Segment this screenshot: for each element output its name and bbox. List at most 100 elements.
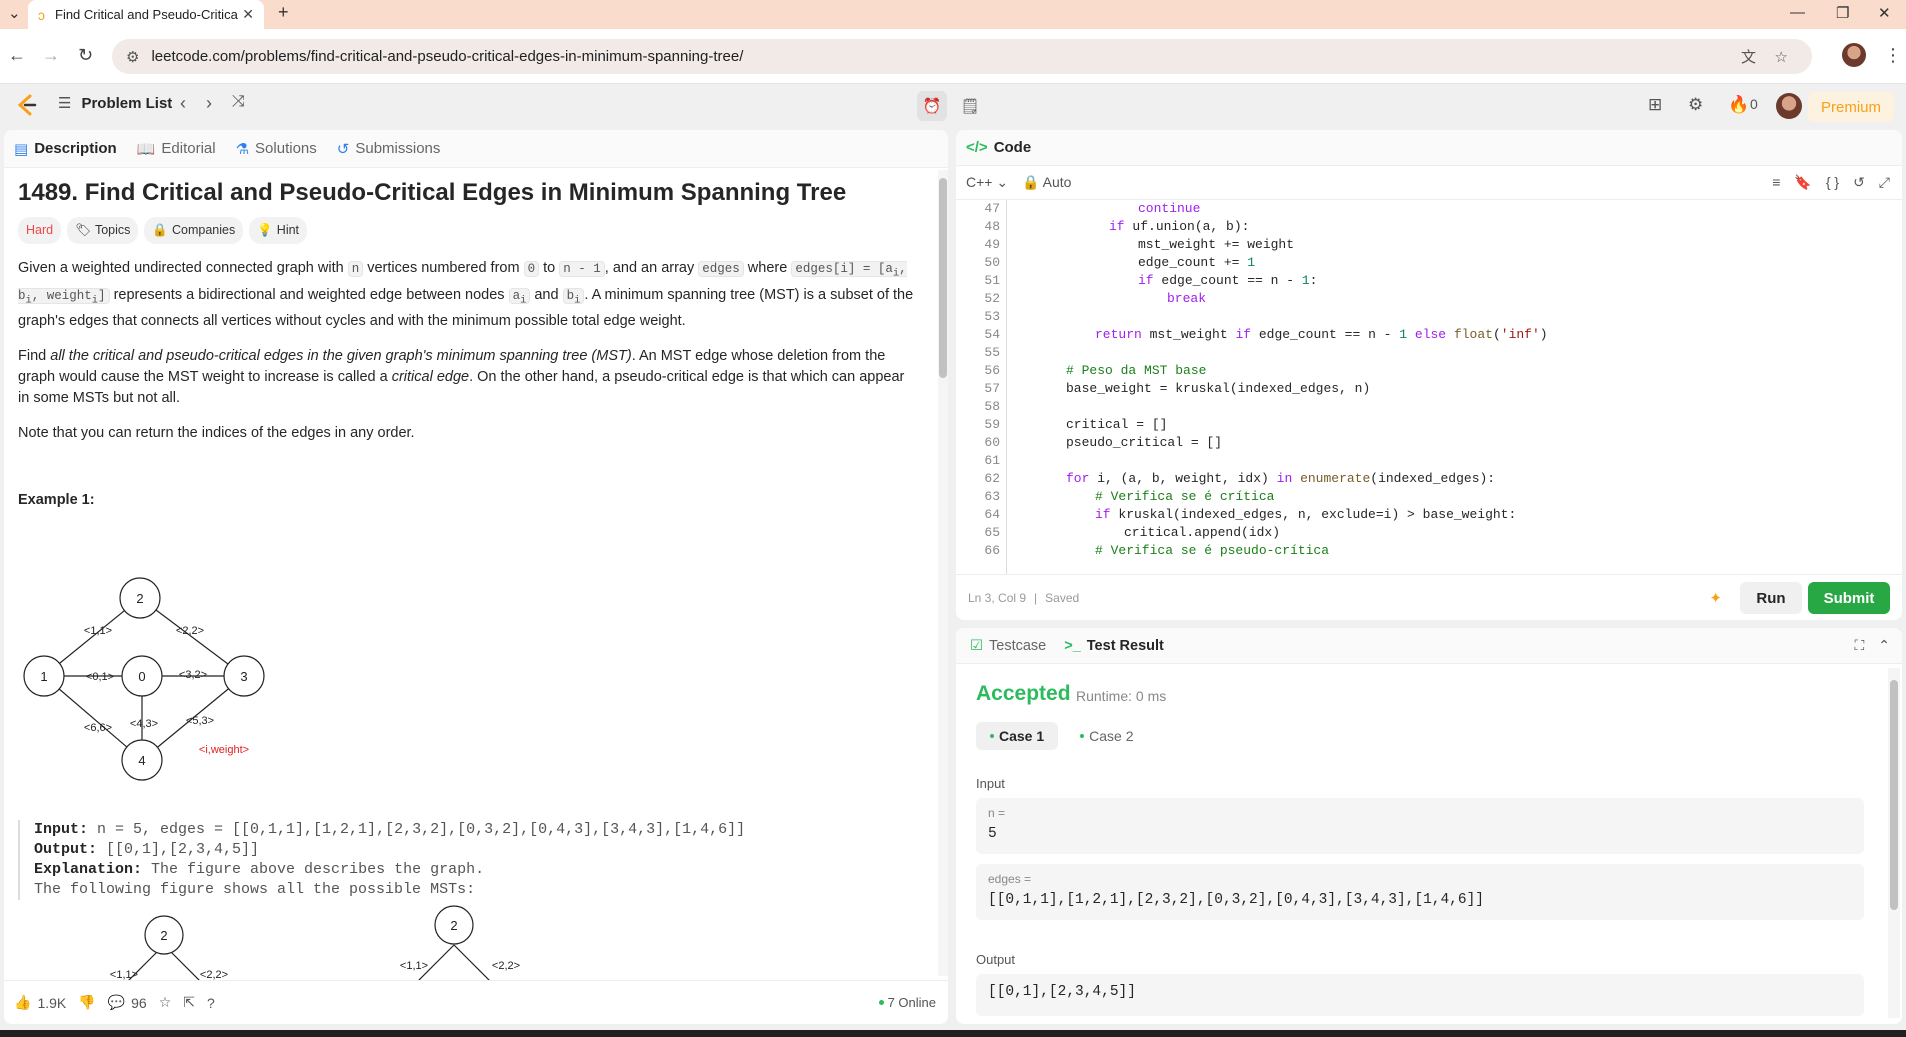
code-editor[interactable]: 47 continue 48 if uf.union(a, b): 49 mst_we… <box>956 200 1902 574</box>
expand-icon[interactable]: ⛶ <box>1854 637 1864 654</box>
list-icon: ☰ <box>58 95 72 112</box>
braces-icon[interactable]: { } <box>1826 174 1839 191</box>
companies-tag[interactable]: 🔒 Companies <box>144 217 244 244</box>
bookmark-icon[interactable]: 🔖 <box>1794 174 1811 191</box>
shuffle-icon[interactable]: ⤨ <box>232 93 245 114</box>
topics-tag[interactable]: 🏷 Topics <box>67 217 139 244</box>
graph-legend-label: <i,weight> <box>199 744 249 756</box>
autocomplete-mode[interactable]: 🔒 Auto <box>1022 174 1071 191</box>
code-status-bar: Ln 3, Col 9 | Saved ✦ Run Submit <box>956 574 1902 620</box>
timer-button[interactable]: ⏰ <box>917 91 947 121</box>
online-indicator: 7 Online <box>878 995 936 1010</box>
example-graph-figure: 2 1 0 3 4 <1,1> <2,2> <0,1> <3,2> <6,6> … <box>23 577 265 781</box>
settings-gear-icon[interactable]: ⚙ <box>1688 95 1703 115</box>
graph-edge-label: <2,2> <box>176 625 204 637</box>
favorite-button[interactable]: ☆ <box>159 994 172 1011</box>
translate-icon[interactable]: 文 <box>1741 46 1756 67</box>
dislike-button[interactable]: 👎 <box>78 994 95 1011</box>
case-pass-dot-icon <box>1080 734 1085 738</box>
reload-icon[interactable]: ↻ <box>78 45 93 66</box>
note-icon: 🗒 <box>960 98 980 115</box>
result-status: Accepted <box>976 682 1071 705</box>
problem-list-button[interactable]: ☰ Problem List <box>58 94 172 113</box>
tab-solutions[interactable]: ⚗ Solutions <box>236 140 317 158</box>
help-button[interactable]: ? <box>207 995 215 1011</box>
leetcode-logo-icon[interactable] <box>14 92 40 118</box>
close-tab-icon[interactable]: ✕ <box>242 6 254 23</box>
result-scrollbar-thumb[interactable] <box>1890 680 1898 910</box>
code-line: 48 if uf.union(a, b): <box>984 219 1250 234</box>
fullscreen-icon[interactable]: ⤢ <box>1879 174 1890 191</box>
graph-node-label: 3 <box>240 669 247 684</box>
cursor-position: Ln 3, Col 9 <box>968 590 1027 605</box>
solutions-flask-icon: ⚗ <box>235 140 250 158</box>
close-window-icon[interactable]: ✕ <box>1878 4 1891 22</box>
input-n-box: n = 5 <box>976 798 1864 854</box>
restore-icon[interactable]: ❐ <box>1836 4 1849 22</box>
tab-test-result[interactable]: >_ Test Result <box>1064 638 1164 654</box>
streak-fire-icon[interactable]: 🔥 <box>1728 95 1749 115</box>
online-dot-icon <box>878 1000 884 1005</box>
lock-icon: 🔒 <box>152 223 168 237</box>
back-icon[interactable]: ← <box>8 45 26 66</box>
p2-emphasis: all the critical and pseudo-critical edg… <box>50 348 632 364</box>
mode-label: Auto <box>1042 174 1072 190</box>
notes-button[interactable]: 🗒 <box>955 91 985 121</box>
debugger-icon[interactable]: ✦ <box>1709 589 1722 607</box>
graph-node-label: 4 <box>138 753 145 768</box>
minimize-icon[interactable]: — <box>1790 4 1805 21</box>
browser-tab[interactable]: ↄ Find Critical and Pseudo-Critica ✕ <box>28 0 264 29</box>
format-icon[interactable]: ≡ <box>1772 174 1780 191</box>
like-button[interactable]: 👍 1.9K <box>14 994 66 1011</box>
prev-problem-icon[interactable]: ‹ <box>180 93 186 114</box>
tab-submissions[interactable]: ↺ Submissions <box>337 140 441 158</box>
result-scrollbar[interactable] <box>1888 668 1900 1018</box>
problem-title[interactable]: 1489. Find Critical and Pseudo-Critical … <box>18 181 918 205</box>
tab-submissions-label: Submissions <box>355 140 441 157</box>
hint-tag[interactable]: 💡 Hint <box>249 217 308 244</box>
description-scrollbar-thumb[interactable] <box>939 178 947 378</box>
tab-description[interactable]: ▤ Description <box>14 140 117 158</box>
tab-editorial-label: Editorial <box>161 140 216 157</box>
user-avatar[interactable] <box>1776 93 1802 119</box>
premium-button[interactable]: Premium <box>1808 92 1894 122</box>
new-tab-icon[interactable]: + <box>278 2 289 23</box>
code-line: 53 <box>984 309 1000 324</box>
share-button[interactable]: ⇱ <box>183 994 195 1011</box>
case-1-tab[interactable]: Case 1 <box>976 722 1059 750</box>
bookmark-star-icon[interactable]: ☆ <box>1775 48 1788 66</box>
layout-icon[interactable]: ⊞ <box>1648 95 1662 115</box>
reset-icon[interactable]: ↺ <box>1853 174 1865 191</box>
run-button[interactable]: Run <box>1740 582 1802 614</box>
language-select[interactable]: C++ ⌄ <box>966 174 1008 191</box>
status-divider: | <box>1034 590 1038 605</box>
comments-button[interactable]: 💬 96 <box>108 994 147 1011</box>
case-2-tab[interactable]: Case 2 <box>1066 722 1147 750</box>
forward-icon[interactable]: → <box>42 45 60 66</box>
tab-editorial[interactable]: 📖 Editorial <box>137 140 216 158</box>
like-count: 1.9K <box>37 994 67 1011</box>
language-label: C++ <box>966 174 993 190</box>
next-problem-icon[interactable]: › <box>206 93 212 114</box>
submit-button[interactable]: Submit <box>1808 582 1890 614</box>
example-explanation-line-2: The following figure shows all the possi… <box>34 881 476 898</box>
address-bar-row: ← → ↻ ⚙ leetcode.com/problems/find-criti… <box>0 29 1906 84</box>
url-field[interactable]: ⚙ leetcode.com/problems/find-critical-an… <box>112 39 1812 74</box>
code-line: 62 for i, (a, b, weight, idx) in enumerat… <box>984 471 1496 486</box>
tab-testcase[interactable]: ☑ Testcase <box>970 638 1046 654</box>
code-line: 65 critical.append(idx) <box>984 525 1281 540</box>
collapse-chevron-icon[interactable]: ⌃ <box>1878 637 1890 654</box>
graph-edge-label: <5,3> <box>186 715 214 727</box>
example-title: Example 1: <box>18 492 95 508</box>
profile-avatar[interactable] <box>1842 43 1866 67</box>
tab-test-result-label: Test Result <box>1086 637 1164 654</box>
description-scrollbar[interactable] <box>938 170 948 976</box>
browser-menu-icon[interactable]: ⋮ <box>1884 45 1902 66</box>
code-line: 50 edge_count += 1 <box>984 255 1256 270</box>
code-n: n <box>347 261 364 277</box>
case-2-label: Case 2 <box>1089 728 1134 744</box>
tab-search-icon[interactable]: ⌄ <box>8 4 21 22</box>
site-info-icon[interactable]: ⚙ <box>126 48 139 66</box>
case-tabs: Case 1 Case 2 <box>976 722 1148 750</box>
test-result-panel: ☑ Testcase >_ Test Result ⛶ ⌃ Accepted R… <box>956 628 1902 1024</box>
